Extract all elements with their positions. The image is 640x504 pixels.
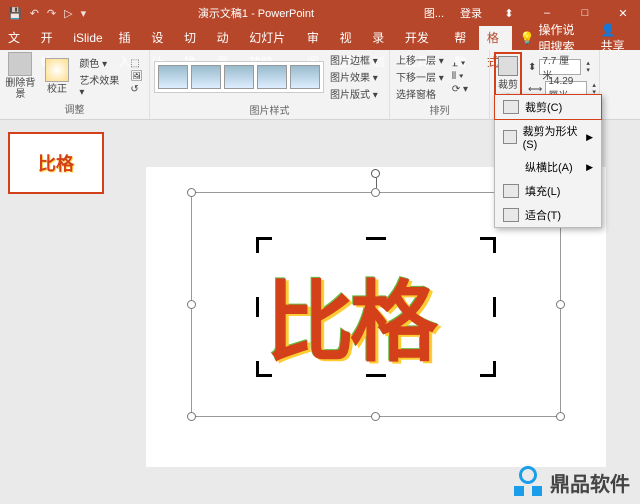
- ribbon-options-icon[interactable]: ⬍: [492, 7, 526, 20]
- tab-insert[interactable]: 插入: [111, 26, 144, 50]
- group-adjust-label: 调整: [4, 100, 145, 117]
- login-button[interactable]: 登录: [454, 3, 488, 23]
- tab-animations[interactable]: 动画: [209, 26, 242, 50]
- slide-thumbnails: 比格: [0, 120, 112, 504]
- tab-design[interactable]: 设计: [143, 26, 176, 50]
- picture-effects-button[interactable]: 图片效果 ▾: [328, 69, 380, 84]
- change-picture-button[interactable]: 🖼: [128, 71, 145, 82]
- crop-dropdown: 裁剪(C) 裁剪为形状(S)▶ 纵横比(A)▶ 填充(L) 适合(T): [494, 94, 602, 228]
- tab-record[interactable]: 录制: [364, 26, 397, 50]
- resize-handle[interactable]: [371, 188, 380, 197]
- tab-review[interactable]: 审阅: [299, 26, 332, 50]
- resize-handle[interactable]: [187, 412, 196, 421]
- group-arrange-label: 排列: [394, 101, 485, 118]
- tab-file[interactable]: 文件: [0, 26, 33, 50]
- artistic-effects-button[interactable]: 艺术效果 ▾: [77, 72, 124, 98]
- tab-view[interactable]: 视图: [332, 26, 365, 50]
- slideshow-icon[interactable]: ▷: [64, 7, 72, 20]
- remove-background-button[interactable]: 删除背景: [4, 52, 37, 100]
- resize-handle[interactable]: [187, 300, 196, 309]
- height-input[interactable]: 7.7 厘米: [539, 59, 581, 75]
- color-button[interactable]: 颜色 ▾: [77, 55, 124, 70]
- minimize-button[interactable]: –: [530, 7, 564, 19]
- slide-thumbnail-1[interactable]: 比格: [8, 132, 104, 194]
- save-icon[interactable]: 💾: [8, 7, 22, 20]
- shape-icon: [503, 130, 517, 144]
- tab-islide[interactable]: iSlide: [65, 26, 110, 50]
- close-button[interactable]: ✕: [606, 7, 640, 20]
- crop-menu-fit[interactable]: 适合(T): [495, 203, 601, 227]
- reset-picture-button[interactable]: ↺: [128, 84, 145, 95]
- redo-icon[interactable]: ↷: [47, 7, 56, 20]
- rotate-handle[interactable]: [371, 169, 380, 178]
- compress-button[interactable]: ⬚: [128, 58, 145, 69]
- crop-menu-crop[interactable]: 裁剪(C): [494, 94, 602, 120]
- crop-menu-fill[interactable]: 填充(L): [495, 179, 601, 203]
- picture-border-button[interactable]: 图片边框 ▾: [328, 52, 380, 67]
- tab-transitions[interactable]: 切换: [176, 26, 209, 50]
- context-tab-title: 图...: [418, 3, 450, 23]
- fill-icon: [503, 184, 519, 198]
- corrections-button[interactable]: 校正: [41, 58, 74, 95]
- tab-developer[interactable]: 开发工具: [397, 26, 446, 50]
- watermark-logo-icon: [512, 466, 544, 498]
- resize-handle[interactable]: [187, 188, 196, 197]
- width-icon: ⟷: [528, 84, 542, 95]
- align-button[interactable]: ⫠ ▾: [450, 58, 470, 69]
- watermark-text: 鼎品软件: [550, 468, 630, 497]
- tab-slideshow[interactable]: 幻灯片放映: [241, 26, 299, 50]
- picture-styles-gallery[interactable]: [154, 61, 324, 93]
- rotate-button[interactable]: ⟳ ▾: [450, 84, 470, 95]
- doc-title: 演示文稿1: [198, 8, 248, 20]
- resize-handle[interactable]: [371, 412, 380, 421]
- group-button[interactable]: ⫴ ▾: [450, 71, 470, 82]
- undo-icon[interactable]: ↶: [30, 7, 39, 20]
- tab-home[interactable]: 开始: [33, 26, 66, 50]
- send-backward-button[interactable]: 下移一层 ▾: [394, 69, 446, 84]
- bring-forward-button[interactable]: 上移一层 ▾: [394, 52, 446, 67]
- resize-handle[interactable]: [556, 412, 565, 421]
- resize-handle[interactable]: [556, 300, 565, 309]
- picture-layout-button[interactable]: 图片版式 ▾: [328, 86, 380, 101]
- watermark: 鼎品软件: [512, 466, 630, 498]
- height-icon: ⬍: [528, 62, 536, 73]
- slide-text: 比格: [266, 252, 434, 379]
- selection-pane-button[interactable]: 选择窗格: [394, 86, 446, 101]
- fit-icon: [503, 208, 519, 222]
- share-button[interactable]: 👤 共享: [591, 23, 640, 54]
- maximize-button[interactable]: □: [568, 7, 602, 19]
- tab-help[interactable]: 帮助: [446, 26, 479, 50]
- qat-more-icon[interactable]: ▾: [81, 7, 87, 20]
- crop-icon: [503, 100, 519, 114]
- crop-menu-shape[interactable]: 裁剪为形状(S)▶: [495, 119, 601, 155]
- tab-format[interactable]: 格式: [479, 26, 512, 50]
- group-styles-label: 图片样式: [154, 101, 385, 118]
- app-name: PowerPoint: [258, 8, 314, 20]
- crop-menu-aspect[interactable]: 纵横比(A)▶: [495, 155, 601, 179]
